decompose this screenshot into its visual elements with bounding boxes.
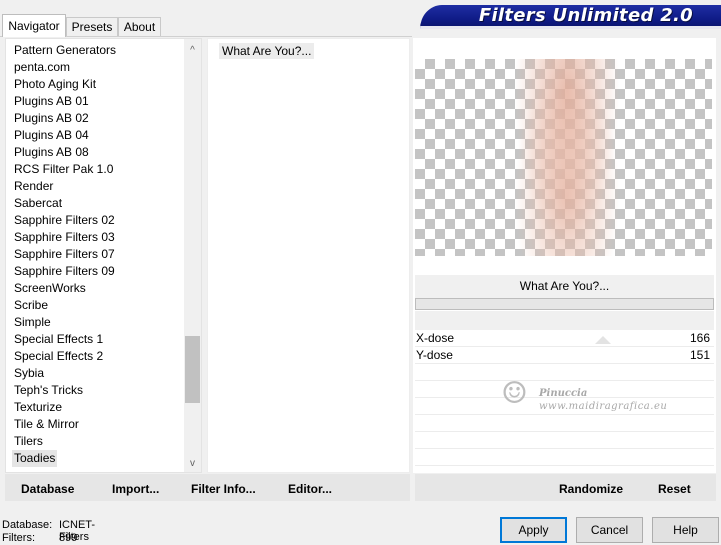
status-filters-value: 899 <box>59 532 78 544</box>
selected-filter-name: What Are You?... <box>415 275 714 298</box>
category-item[interactable]: Pattern Generators <box>12 42 118 59</box>
apply-button[interactable]: Apply <box>500 517 567 543</box>
category-item[interactable]: RCS Filter Pak 1.0 <box>12 161 115 178</box>
param-label: X-dose <box>416 331 455 345</box>
category-item[interactable]: Sybia <box>12 365 46 382</box>
preview-content <box>507 59 627 256</box>
category-item[interactable]: Plugins AB 02 <box>12 110 91 127</box>
left-button-bar: Database Import... Filter Info... Editor… <box>5 474 410 501</box>
scroll-thumb[interactable] <box>185 336 200 403</box>
status-database: Database: ICNET-Filters <box>2 519 95 543</box>
param-value: 166 <box>689 331 710 345</box>
category-item[interactable]: Sapphire Filters 03 <box>12 229 117 246</box>
empty-param-row <box>415 432 714 449</box>
category-item[interactable]: Tilers <box>12 433 45 450</box>
tab-navigator[interactable]: Navigator <box>2 14 66 37</box>
param-value: 151 <box>689 348 710 362</box>
cancel-button[interactable]: Cancel <box>576 517 643 543</box>
category-item[interactable]: Render <box>12 178 55 195</box>
progress-bar <box>415 298 714 310</box>
category-item[interactable]: Photo Aging Kit <box>12 76 98 93</box>
category-item[interactable]: Texturize <box>12 399 64 416</box>
category-list-panel: Pattern Generators penta.com Photo Aging K… <box>5 38 202 473</box>
tab-strip: Presets About Navigator <box>0 0 420 37</box>
category-item[interactable]: Sapphire Filters 02 <box>12 212 117 229</box>
category-item[interactable]: ScreenWorks <box>12 280 88 297</box>
watermark-url: www.maidiragrafica.eu <box>539 401 668 412</box>
slider-thumb-icon[interactable] <box>595 336 611 344</box>
randomize-button[interactable]: Randomize <box>559 474 623 501</box>
app-banner: Filters Unlimited 2.0 <box>420 5 721 29</box>
category-item[interactable]: Special Effects 1 <box>12 331 105 348</box>
category-item[interactable]: Tile & Mirror <box>12 416 81 433</box>
category-item[interactable]: Sabercat <box>12 195 64 212</box>
param-label: Y-dose <box>416 348 453 362</box>
scroll-up-arrow-icon[interactable]: ^ <box>184 42 201 59</box>
tab-about[interactable]: About <box>118 17 161 37</box>
category-item[interactable]: Plugins AB 01 <box>12 93 91 110</box>
category-item[interactable]: Sapphire Filters 07 <box>12 246 117 263</box>
category-scrollbar[interactable]: ^ v <box>184 39 201 472</box>
filter-list-panel: What Are You?... <box>207 38 410 473</box>
category-item[interactable]: Toadies <box>12 450 58 467</box>
category-item[interactable]: Simple <box>12 314 53 331</box>
tab-presets[interactable]: Presets <box>66 17 118 37</box>
filter-info-button[interactable]: Filter Info... <box>191 474 256 501</box>
reset-button[interactable]: Reset <box>658 474 691 501</box>
import-button[interactable]: Import... <box>112 474 159 501</box>
right-button-bar: Randomize Reset <box>415 474 716 501</box>
filter-item-what-are-you[interactable]: What Are You?... <box>219 43 315 59</box>
scroll-down-arrow-icon[interactable]: v <box>184 455 201 472</box>
category-item[interactable]: Special Effects 2 <box>12 348 105 365</box>
status-filters-label: Filters: <box>2 532 35 544</box>
app-title: Filters Unlimited 2.0 <box>478 5 693 26</box>
help-button[interactable]: Help <box>652 517 719 543</box>
category-item[interactable]: Scribe <box>12 297 50 314</box>
category-item[interactable]: Plugins AB 04 <box>12 127 91 144</box>
empty-param-row <box>415 415 714 432</box>
preview-image <box>415 59 712 256</box>
watermark-name: Pinuccia <box>539 388 588 399</box>
status-database-label: Database: <box>2 519 53 531</box>
param-row-y-dose[interactable]: Y-dose 151 <box>415 347 714 364</box>
params-header <box>415 311 714 330</box>
watermark: ☺ Pinuccia www.maidiragrafica.eu <box>501 376 671 416</box>
category-item[interactable]: Teph's Tricks <box>12 382 85 399</box>
watermark-logo-icon: ☺ <box>501 376 528 411</box>
empty-param-row <box>415 449 714 466</box>
status-filters: Filters: 899 <box>2 532 77 544</box>
editor-button[interactable]: Editor... <box>288 474 332 501</box>
category-item[interactable]: Sapphire Filters 09 <box>12 263 117 280</box>
category-item[interactable]: penta.com <box>12 59 72 76</box>
database-button[interactable]: Database <box>21 474 74 501</box>
preview-panel: What Are You?... X-dose 166 Y-dose 151 ☺… <box>413 38 716 473</box>
param-row-x-dose[interactable]: X-dose 166 <box>415 330 714 347</box>
category-item[interactable]: Plugins AB 08 <box>12 144 91 161</box>
